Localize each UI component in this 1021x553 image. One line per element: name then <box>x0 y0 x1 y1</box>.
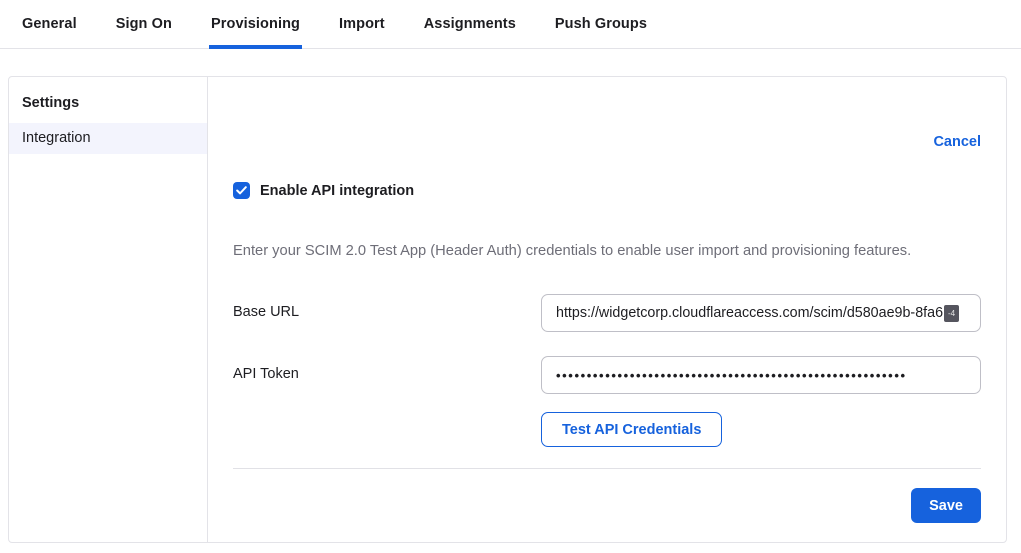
test-credentials-row: Test API Credentials <box>541 412 981 447</box>
base-url-label: Base URL <box>233 294 541 332</box>
save-row: Save <box>233 488 981 523</box>
base-url-value: https://widgetcorp.cloudflareaccess.com/… <box>556 305 943 321</box>
tab-import[interactable]: Import <box>337 16 387 49</box>
credentials-description: Enter your SCIM 2.0 Test App (Header Aut… <box>233 243 981 259</box>
checkmark-icon <box>236 186 247 195</box>
sidebar-heading: Settings <box>9 86 207 123</box>
sidebar-item-integration[interactable]: Integration <box>9 123 207 154</box>
base-url-input[interactable]: https://widgetcorp.cloudflareaccess.com/… <box>541 294 981 332</box>
provisioning-panel: Settings Integration Cancel Enable API i… <box>8 76 1007 543</box>
tab-provisioning[interactable]: Provisioning <box>209 16 302 49</box>
tab-assignments[interactable]: Assignments <box>422 16 518 49</box>
save-button[interactable]: Save <box>911 488 981 523</box>
text-selection-block: -4 <box>944 305 959 322</box>
tab-sign-on[interactable]: Sign On <box>114 16 174 49</box>
enable-api-checkbox[interactable] <box>233 182 250 199</box>
settings-sidebar: Settings Integration <box>9 77 208 542</box>
api-token-masked-value: ••••••••••••••••••••••••••••••••••••••••… <box>556 368 907 383</box>
tab-general[interactable]: General <box>20 16 79 49</box>
test-api-credentials-button[interactable]: Test API Credentials <box>541 412 722 447</box>
api-token-label: API Token <box>233 356 541 394</box>
cancel-row: Cancel <box>233 133 981 151</box>
api-token-row: API Token ••••••••••••••••••••••••••••••… <box>233 356 981 394</box>
enable-api-row: Enable API integration <box>233 182 981 199</box>
footer-divider <box>233 468 981 469</box>
base-url-row: Base URL https://widgetcorp.cloudflareac… <box>233 294 981 332</box>
api-token-input[interactable]: ••••••••••••••••••••••••••••••••••••••••… <box>541 356 981 394</box>
integration-form: Cancel Enable API integration Enter your… <box>208 77 1006 542</box>
enable-api-label: Enable API integration <box>260 183 414 199</box>
cancel-link[interactable]: Cancel <box>933 134 981 150</box>
tab-push-groups[interactable]: Push Groups <box>553 16 649 49</box>
app-tab-bar: General Sign On Provisioning Import Assi… <box>0 0 1021 49</box>
